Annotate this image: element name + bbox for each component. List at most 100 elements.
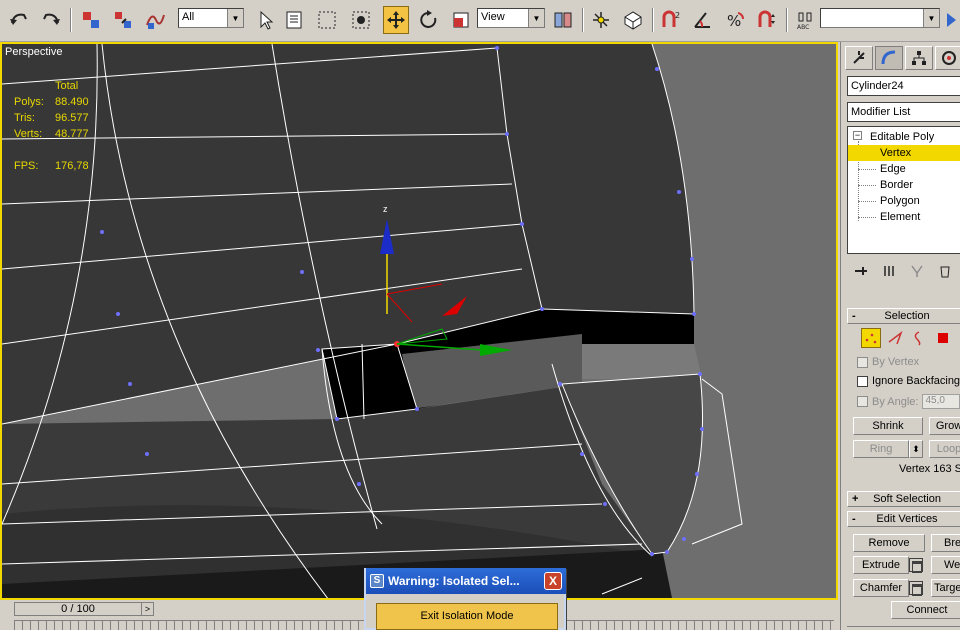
- main-toolbar: All ▼ View ▼ 2 % ABC ▼: [0, 0, 960, 42]
- select-object-icon[interactable]: [252, 6, 278, 34]
- viewport-scene[interactable]: [2, 44, 836, 598]
- checkbox-box[interactable]: [857, 356, 868, 368]
- perspective-viewport[interactable]: Perspective z Total Polys: 88.490 Tris: 96…: [0, 42, 838, 600]
- selection-filter-dropdown[interactable]: All ▼: [178, 8, 244, 28]
- border-level-icon[interactable]: [909, 328, 929, 348]
- time-slider-frame[interactable]: 0 / 100: [15, 603, 141, 615]
- ignore-backfacing-label: Ignore Backfacing: [872, 375, 960, 387]
- create-tab-icon[interactable]: [845, 46, 873, 70]
- by-vertex-label: By Vertex: [872, 356, 920, 368]
- remove-button[interactable]: Remove: [853, 534, 925, 552]
- named-selection-dropdown[interactable]: ▼: [820, 8, 940, 28]
- app-icon: S: [370, 574, 384, 588]
- window-crossing-icon[interactable]: [348, 6, 374, 34]
- ignore-backfacing-checkbox[interactable]: Ignore Backfacing: [857, 375, 960, 387]
- loop-button[interactable]: Loop: [929, 440, 960, 458]
- extrude-settings-icon[interactable]: [909, 558, 923, 573]
- polygon-level-icon[interactable]: [933, 328, 953, 348]
- fps-label: FPS:: [14, 160, 39, 172]
- time-slider[interactable]: 0 / 100 >: [14, 602, 154, 616]
- edge-level-icon[interactable]: [885, 328, 905, 348]
- extrude-button[interactable]: Extrude: [853, 556, 909, 574]
- select-by-name-icon[interactable]: [282, 6, 308, 34]
- svg-text:2: 2: [675, 11, 680, 20]
- stack-item-polygon[interactable]: Polygon: [880, 193, 920, 209]
- stack-item-edge[interactable]: Edge: [880, 161, 906, 177]
- checkbox-box[interactable]: [857, 396, 868, 407]
- connect-button[interactable]: Connect: [891, 601, 960, 619]
- select-and-rotate-icon[interactable]: [416, 6, 442, 34]
- verts-label: Verts:: [14, 128, 43, 140]
- rectangular-selection-icon[interactable]: [314, 6, 340, 34]
- command-panel: Cylinder24 Modifier List − Editable Poly…: [840, 42, 960, 630]
- angle-input[interactable]: 45,0: [922, 394, 960, 409]
- select-and-manipulate-icon[interactable]: [588, 6, 614, 34]
- grow-button[interactable]: Grow: [929, 417, 960, 435]
- bind-space-warp-icon[interactable]: [142, 6, 168, 34]
- by-angle-label: By Angle:: [872, 395, 919, 408]
- by-vertex-checkbox[interactable]: By Vertex: [857, 356, 919, 368]
- select-and-move-icon[interactable]: [383, 6, 409, 34]
- show-end-result-icon[interactable]: [881, 263, 897, 279]
- soft-selection-rollout-header[interactable]: + Soft Selection: [847, 491, 960, 507]
- unlink-selection-icon[interactable]: [110, 6, 136, 34]
- dialog-title-bar[interactable]: S Warning: Isolated Sel... X: [366, 568, 566, 594]
- tris-value: 96.577: [55, 112, 89, 124]
- viewport-label[interactable]: Perspective: [5, 46, 62, 58]
- select-and-scale-icon[interactable]: [448, 6, 474, 34]
- rollout-toggle[interactable]: -: [852, 512, 856, 526]
- shrink-button[interactable]: Shrink: [853, 417, 923, 435]
- make-unique-icon[interactable]: [909, 263, 925, 279]
- spinner-snap-toggle-icon[interactable]: [754, 6, 780, 34]
- ring-spinner[interactable]: ⬍: [909, 440, 923, 458]
- redo-icon[interactable]: [38, 6, 64, 34]
- checkbox-box[interactable]: [857, 375, 868, 387]
- stats-header: Total: [55, 80, 79, 92]
- exit-isolation-mode-button[interactable]: Exit Isolation Mode: [376, 603, 558, 630]
- stack-item-border[interactable]: Border: [880, 177, 913, 193]
- edit-named-selection-icon[interactable]: ABC: [792, 6, 818, 34]
- reference-coordinate-dropdown[interactable]: View ▼: [477, 8, 545, 28]
- hierarchy-tab-icon[interactable]: [905, 46, 933, 70]
- stack-tree-branch: [858, 185, 876, 186]
- remove-modifier-icon[interactable]: [937, 263, 953, 279]
- selection-rollout-header[interactable]: - Selection: [847, 308, 960, 324]
- motion-tab-icon[interactable]: [935, 46, 960, 70]
- modifier-list-dropdown[interactable]: Modifier List: [847, 102, 960, 122]
- snaps-toggle-icon[interactable]: 2: [658, 6, 684, 34]
- chamfer-settings-icon[interactable]: [909, 581, 923, 596]
- object-name-field[interactable]: Cylinder24: [847, 76, 960, 96]
- rollout-toggle[interactable]: +: [852, 492, 858, 506]
- close-icon[interactable]: X: [544, 572, 562, 590]
- stack-item-editable-poly[interactable]: Editable Poly: [870, 129, 934, 145]
- edit-vertices-rollout-header[interactable]: - Edit Vertices: [847, 511, 960, 527]
- ring-button[interactable]: Ring: [853, 440, 909, 458]
- next-frame-button[interactable]: >: [141, 603, 153, 615]
- rollout-divider: [847, 626, 960, 630]
- stack-item-element[interactable]: Element: [880, 209, 920, 225]
- by-angle-checkbox[interactable]: By Angle: 45,0: [857, 394, 960, 409]
- target-weld-button[interactable]: Target Weld: [931, 579, 960, 597]
- soft-selection-title: Soft Selection: [873, 493, 941, 505]
- break-button[interactable]: Break: [931, 534, 960, 552]
- pivot-center-icon[interactable]: [550, 6, 576, 34]
- stack-item-vertex[interactable]: Vertex: [848, 145, 960, 161]
- toolbar-separator: [786, 8, 788, 32]
- collapse-toggle-icon[interactable]: −: [853, 131, 862, 140]
- select-and-link-icon[interactable]: [78, 6, 104, 34]
- rollout-toggle[interactable]: -: [852, 309, 856, 323]
- modifier-stack[interactable]: − Editable Poly Vertex Edge Border Polyg…: [847, 126, 960, 254]
- mirror-icon[interactable]: [944, 6, 960, 34]
- chamfer-button[interactable]: Chamfer: [853, 579, 909, 597]
- weld-button[interactable]: Weld: [931, 556, 960, 574]
- command-panel-tabs: [845, 46, 960, 70]
- percent-snap-toggle-icon[interactable]: %: [722, 6, 748, 34]
- pin-stack-icon[interactable]: [853, 263, 869, 279]
- gizmo-z-label: z: [383, 204, 388, 214]
- undo-icon[interactable]: [6, 6, 32, 34]
- keyboard-shortcut-override-icon[interactable]: [620, 6, 646, 34]
- angle-snap-toggle-icon[interactable]: [690, 6, 716, 34]
- vertex-level-icon[interactable]: [861, 328, 881, 348]
- stack-tree-branch: [858, 217, 876, 218]
- modify-tab-icon[interactable]: [875, 46, 903, 70]
